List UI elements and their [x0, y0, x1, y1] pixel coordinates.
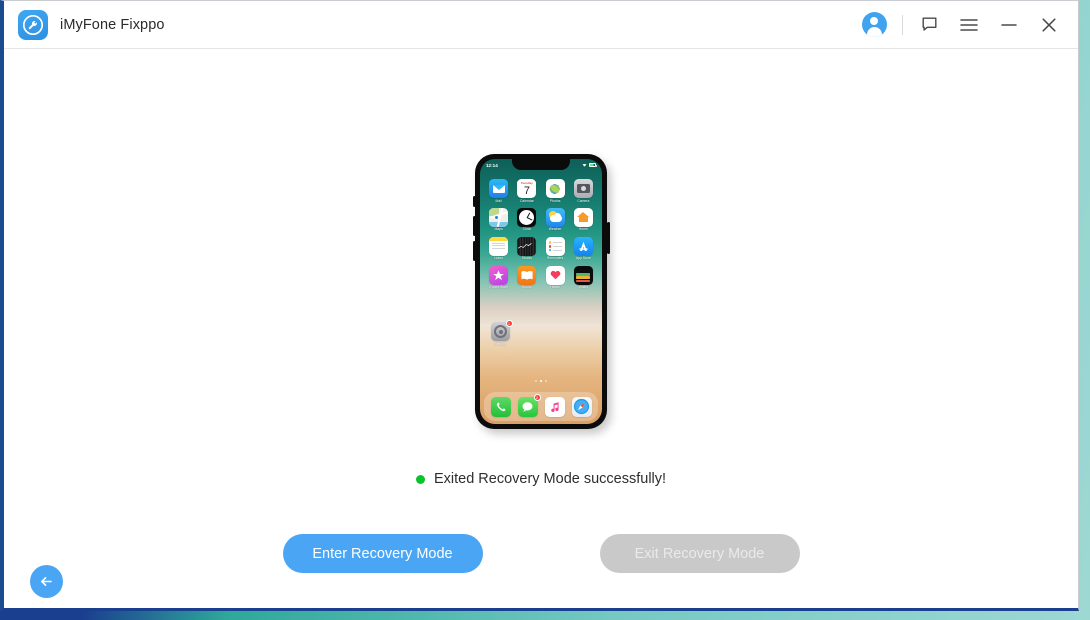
avatar — [861, 12, 887, 37]
app-icon-app-store[interactable]: App Store — [572, 236, 595, 261]
phone-dock: 2 — [484, 392, 598, 421]
enter-recovery-mode-button[interactable]: Enter Recovery Mode — [282, 534, 483, 573]
silent-switch-icon — [472, 196, 476, 207]
status-message-text: Exited Recovery Mode successfully! — [433, 471, 667, 487]
volume-down-button-icon — [472, 241, 476, 261]
messages-badge: 2 — [533, 394, 541, 401]
app-icon-settings[interactable]: 1 Settings — [487, 320, 514, 346]
exit-recovery-mode-button: Exit Recovery Mode — [599, 534, 800, 573]
app-icon-weather[interactable]: Weather — [544, 207, 567, 232]
app-icon-clock[interactable]: Clock — [515, 207, 538, 232]
back-button[interactable] — [30, 565, 63, 598]
dock-icon-music[interactable] — [544, 396, 565, 417]
page-dot-active — [540, 380, 542, 382]
app-icon-calendar[interactable]: Tuesday 7 Calendar — [515, 179, 538, 203]
page-dot — [535, 380, 537, 382]
status-message: Exited Recovery Mode successfully! — [4, 471, 1078, 487]
wrench-in-circle-logo-icon — [18, 9, 48, 40]
status-time: 12:14 — [486, 162, 498, 168]
brand: iMyFone Fixppo — [18, 9, 165, 40]
dock-icon-messages[interactable]: 2 — [517, 394, 541, 417]
app-icon-notes[interactable]: Notes — [487, 236, 510, 261]
title-bar-controls — [856, 7, 1066, 43]
action-button-group: Enter Recovery Mode Exit Recovery Mode — [4, 534, 1078, 573]
account-avatar-icon[interactable] — [856, 7, 892, 43]
battery-icon — [589, 163, 597, 167]
home-screen-app-grid: Mail Tuesday 7 Calendar Photos Camera Ma… — [487, 179, 595, 290]
page-dot — [545, 380, 547, 382]
main-content: 12:14 Mail Tuesday 7 Calendar Photos Cam… — [4, 49, 1078, 608]
iphone-mockup: 12:14 Mail Tuesday 7 Calendar Photos Cam… — [472, 154, 610, 429]
dock-icon-phone[interactable] — [490, 396, 511, 417]
titlebar-divider — [902, 14, 903, 35]
minimize-icon[interactable] — [992, 8, 1026, 42]
chat-bubble-icon[interactable] — [912, 8, 946, 42]
hamburger-menu-icon[interactable] — [952, 8, 986, 42]
app-window: iMyFone Fixppo 12:14 Mail Tuesday 7 Cale… — [0, 0, 1079, 611]
arrow-left-icon — [41, 577, 52, 586]
page-indicator-dots — [480, 380, 602, 382]
app-icon-reminders[interactable]: Reminders — [544, 236, 567, 261]
wifi-icon — [582, 163, 587, 167]
app-icon-photos[interactable]: Photos — [544, 179, 567, 203]
app-title: iMyFone Fixppo — [60, 16, 165, 33]
app-icon-stocks[interactable]: Stocks — [515, 236, 538, 261]
title-bar: iMyFone Fixppo — [4, 1, 1078, 49]
phone-screen: 12:14 Mail Tuesday 7 Calendar Photos Cam… — [480, 159, 602, 424]
app-icon-health[interactable]: Health — [544, 265, 567, 290]
app-icon-books[interactable]: Books — [515, 265, 538, 290]
phone-notch — [512, 159, 570, 170]
settings-badge: 1 — [505, 320, 513, 327]
dock-icon-safari[interactable] — [571, 396, 592, 417]
home-screen-row-5: 1 Settings — [487, 320, 514, 346]
power-button-icon — [606, 222, 610, 254]
app-icon-camera[interactable]: Camera — [572, 179, 595, 203]
app-icon-itunes-store[interactable]: iTunes Store — [487, 265, 510, 290]
volume-up-button-icon — [472, 216, 476, 236]
status-dot-icon — [415, 474, 425, 484]
app-icon-mail[interactable]: Mail — [487, 179, 510, 203]
app-icon-wallet[interactable]: Wallet — [572, 265, 595, 290]
close-icon[interactable] — [1032, 8, 1066, 42]
app-icon-maps[interactable]: Maps — [487, 207, 510, 232]
app-icon-home[interactable]: Home — [572, 207, 595, 232]
